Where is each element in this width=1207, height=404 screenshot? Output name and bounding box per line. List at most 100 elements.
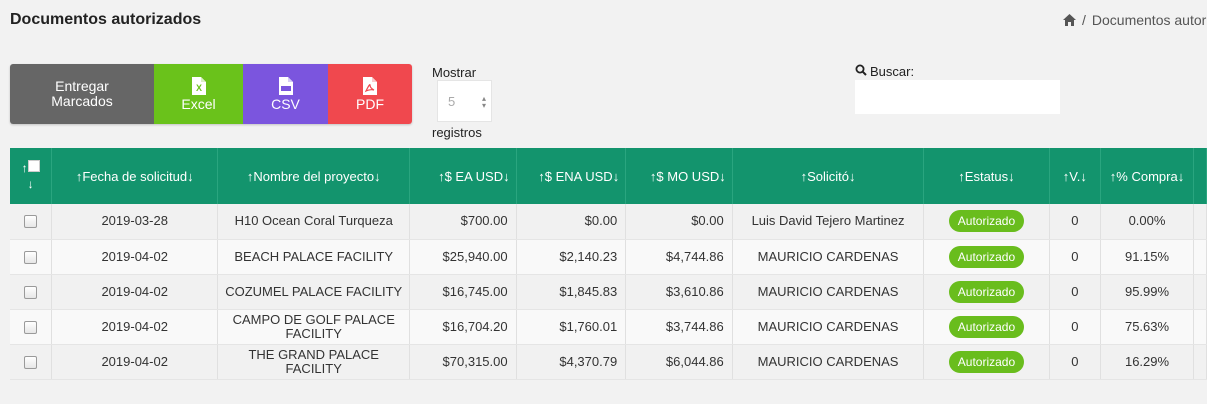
cell-fecha: 2019-04-02 (51, 344, 219, 380)
excel-button[interactable]: X Excel (154, 64, 243, 124)
table-row[interactable]: 2019-03-28 H10 Ocean Coral Turqueza $700.0… (10, 204, 1207, 240)
cell-ena: $4,370.79 (516, 344, 627, 380)
cell-estatus: Autorizado (923, 309, 1050, 345)
row-checkbox-cell (10, 344, 53, 380)
cell-solicito: MAURICIO CARDENAS (732, 239, 925, 275)
cell-proyecto: COZUMEL PALACE FACILITY (217, 274, 411, 310)
cell-ea: $16,704.20 (409, 309, 517, 345)
column-header-v[interactable]: ↑V.↓ (1049, 148, 1102, 204)
cell-ena: $0.00 (516, 204, 627, 240)
cell-ena: $1,760.01 (516, 309, 627, 345)
cell-v: 0 (1049, 344, 1102, 380)
cell-estatus: Autorizado (923, 204, 1050, 240)
file-excel-icon: X (191, 76, 206, 97)
cell-solicito: MAURICIO CARDENAS (732, 344, 925, 380)
cell-solicito: Luis David Tejero Martinez (732, 204, 925, 240)
csv-button[interactable]: CSV (243, 64, 328, 124)
status-badge: Autorizado (948, 350, 1025, 373)
excel-label: Excel (181, 95, 216, 112)
cell-mo: $3,744.86 (625, 309, 733, 345)
cell-overflow (1193, 204, 1207, 240)
column-header-ena[interactable]: ↑$ ENA USD↓ (516, 148, 627, 204)
cell-overflow (1193, 239, 1207, 275)
search-label-text: Buscar: (870, 64, 915, 79)
table-row[interactable]: 2019-04-02 THE GRAND PALACE FACILITY $70,3… (10, 344, 1207, 380)
search-icon (855, 64, 867, 79)
cell-proyecto: H10 Ocean Coral Turqueza (217, 204, 411, 240)
row-checkbox[interactable] (24, 285, 38, 299)
column-header-proyecto[interactable]: ↑Nombre del proyecto↓ (217, 148, 411, 204)
cell-proyecto: BEACH PALACE FACILITY (217, 239, 411, 275)
cell-ea: $70,315.00 (409, 344, 517, 380)
search-input[interactable] (855, 80, 1060, 114)
select-all-checkbox[interactable] (27, 160, 40, 172)
column-header-mo[interactable]: ↑$ MO USD↓ (625, 148, 733, 204)
cell-mo: $4,744.86 (625, 239, 733, 275)
status-badge: Autorizado (948, 280, 1025, 303)
file-csv-icon (278, 76, 293, 97)
cell-solicito: MAURICIO CARDENAS (732, 274, 925, 310)
cell-estatus: Autorizado (923, 274, 1050, 310)
breadcrumb-separator: / (1082, 12, 1086, 28)
deliver-label-line2: Marcados (51, 93, 113, 109)
breadcrumb-current: Documentos autor (1091, 12, 1207, 28)
table-row[interactable]: 2019-04-02 CAMPO DE GOLF PALACE FACILITY $… (10, 309, 1207, 345)
column-header-compra[interactable]: ↑% Compra↓ (1100, 148, 1194, 204)
column-header-fecha[interactable]: ↑Fecha de solicitud↓ (51, 148, 219, 204)
cell-overflow (1193, 344, 1207, 380)
row-checkbox[interactable] (24, 320, 38, 334)
cell-v: 0 (1049, 274, 1102, 310)
cell-ea: $700.00 (409, 204, 517, 240)
cell-compra: 95.99% (1100, 274, 1194, 310)
cell-ea: $16,745.00 (409, 274, 517, 310)
pdf-label: PDF (356, 95, 384, 112)
row-checkbox[interactable] (24, 250, 38, 264)
cell-compra: 91.15% (1100, 239, 1194, 275)
pdf-button[interactable]: PDF (328, 64, 412, 124)
page-title: Documentos autorizados (10, 11, 202, 28)
cell-fecha: 2019-03-28 (51, 204, 219, 240)
row-checkbox-cell (10, 204, 53, 240)
cell-mo: $3,610.86 (625, 274, 733, 310)
cell-ena: $1,845.83 (516, 274, 627, 310)
row-checkbox-cell (10, 239, 53, 275)
table-row[interactable]: 2019-04-02 BEACH PALACE FACILITY $25,940.0… (10, 239, 1207, 275)
column-header-estatus[interactable]: ↑Estatus↓ (923, 148, 1050, 204)
select-all-header[interactable]: ↑ ↓ (10, 148, 53, 204)
cell-fecha: 2019-04-02 (51, 309, 219, 345)
cell-mo: $6,044.86 (625, 344, 733, 380)
deliver-marked-button[interactable]: Entregar Marcados (10, 64, 154, 124)
cell-ena: $2,140.23 (516, 239, 627, 275)
cell-v: 0 (1049, 239, 1102, 275)
breadcrumb: / Documentos autor (1063, 12, 1206, 28)
column-header-ea[interactable]: ↑$ EA USD↓ (409, 148, 517, 204)
cell-compra: 0.00% (1100, 204, 1194, 240)
row-checkbox[interactable] (24, 215, 38, 229)
column-header-solicito[interactable]: ↑Solicitó↓ (732, 148, 925, 204)
cell-solicito: MAURICIO CARDENAS (732, 309, 925, 345)
status-badge: Autorizado (948, 315, 1025, 338)
file-pdf-icon (363, 76, 377, 97)
table-row[interactable]: 2019-04-02 COZUMEL PALACE FACILITY $16,745… (10, 274, 1207, 310)
length-prefix-label: Mostrar (432, 65, 477, 80)
cell-estatus: Autorizado (923, 344, 1050, 380)
deliver-label-line1: Entregar (55, 78, 109, 94)
row-checkbox[interactable] (24, 355, 38, 369)
table-header-row: ↑ ↓ ↑Fecha de solicitud↓ ↑Nombre del proy… (10, 148, 1207, 204)
row-checkbox-cell (10, 309, 53, 345)
documents-table: ↑ ↓ ↑Fecha de solicitud↓ ↑Nombre del proy… (10, 148, 1207, 380)
cell-v: 0 (1049, 204, 1102, 240)
home-icon[interactable] (1063, 14, 1076, 26)
cell-fecha: 2019-04-02 (51, 274, 219, 310)
search-label: Buscar: (855, 64, 914, 79)
csv-label: CSV (271, 95, 300, 112)
page-length-select[interactable]: 5 ▴ ▾ (437, 80, 492, 122)
length-suffix-label: registros (432, 125, 482, 140)
row-checkbox-cell (10, 274, 53, 310)
select-arrows-icon: ▴ ▾ (481, 94, 486, 110)
status-badge: Autorizado (948, 245, 1025, 268)
svg-text:X: X (195, 83, 201, 93)
cell-compra: 75.63% (1100, 309, 1194, 345)
cell-proyecto: CAMPO DE GOLF PALACE FACILITY (217, 309, 411, 345)
export-button-group: Entregar Marcados X Excel CSV PDF (10, 64, 412, 124)
